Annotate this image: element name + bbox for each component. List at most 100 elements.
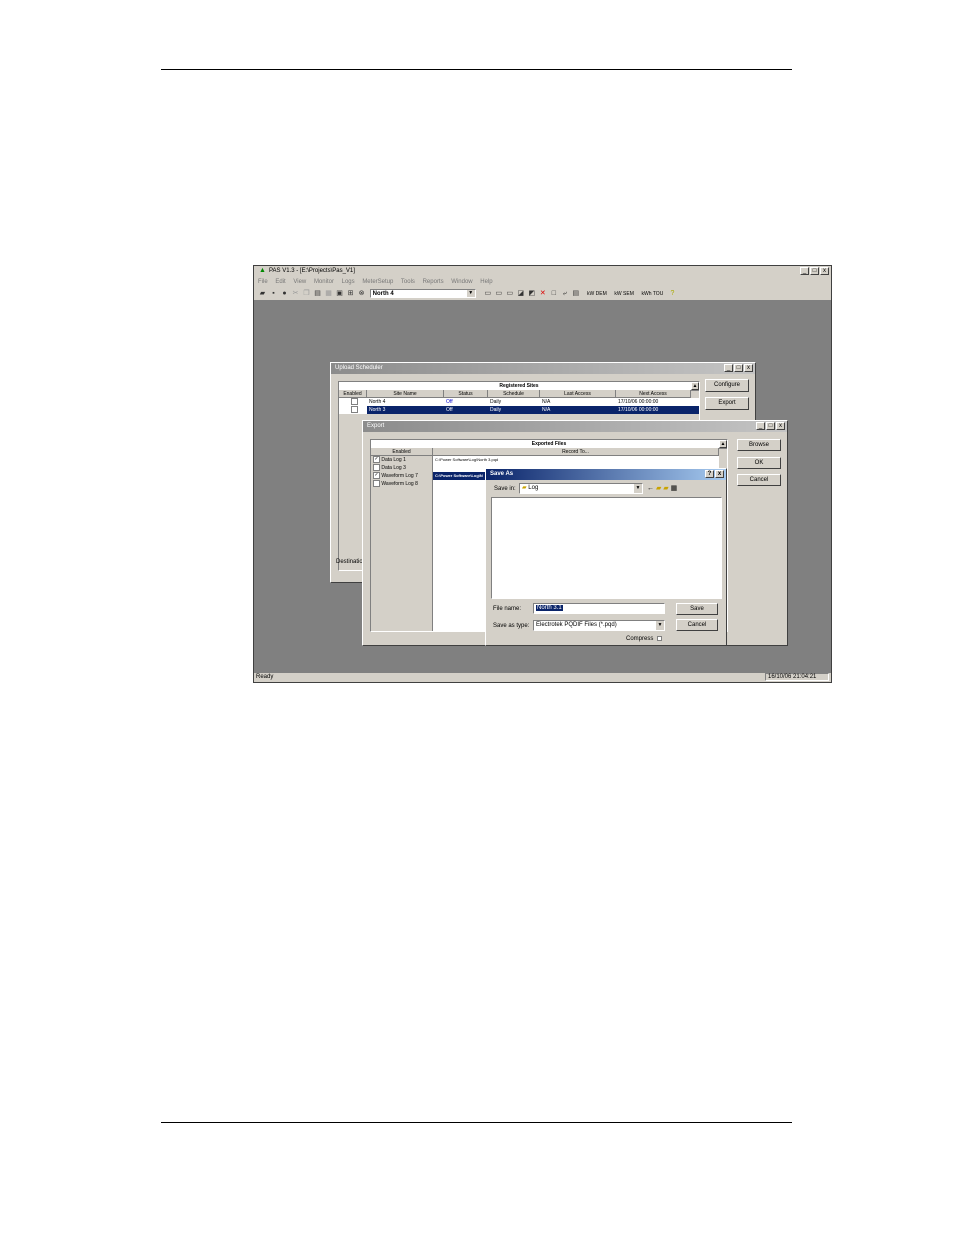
save-type-select[interactable]: Electrotek PQDIF Files (*.pqd) ▼ bbox=[533, 620, 665, 631]
reset-icon[interactable]: ⤶ bbox=[560, 289, 569, 298]
record-path[interactable]: C:\Power Software\Log\North 3.pqd bbox=[433, 456, 553, 464]
export-close-button[interactable]: x bbox=[776, 422, 785, 430]
menu-view[interactable]: View bbox=[293, 279, 306, 285]
export-maximize-button[interactable]: □ bbox=[766, 422, 775, 430]
menu-reports[interactable]: Reports bbox=[423, 279, 444, 285]
file-name-input[interactable]: North 3.1 bbox=[533, 603, 665, 614]
properties-icon[interactable]: ▣ bbox=[335, 289, 344, 298]
col-status[interactable]: Status bbox=[444, 390, 488, 398]
menu-edit[interactable]: Edit bbox=[275, 279, 285, 285]
view-menu-icon[interactable]: ▦ bbox=[671, 485, 678, 492]
enabled-checkbox[interactable] bbox=[350, 406, 358, 414]
scheduler-close-button[interactable]: x bbox=[744, 364, 753, 372]
scroll-up-icon[interactable]: ▲ bbox=[691, 382, 699, 390]
col-schedule[interactable]: Schedule bbox=[488, 390, 540, 398]
chevron-down-icon[interactable]: ▼ bbox=[634, 484, 642, 493]
scheduler-title-bar: Upload Scheduler _ □ x bbox=[331, 363, 755, 374]
col-next-access[interactable]: Next Access bbox=[616, 390, 691, 398]
menu-window[interactable]: Window bbox=[451, 279, 472, 285]
scheduler-minimize-button[interactable]: _ bbox=[724, 364, 733, 372]
kw-sem-tag[interactable]: kW SEM bbox=[614, 291, 633, 297]
monitor-icon[interactable]: ▭ bbox=[483, 289, 492, 298]
registered-sites-title: Registered Sites bbox=[499, 383, 539, 389]
col-enabled[interactable]: Enabled bbox=[339, 390, 367, 398]
col-site-name[interactable]: Site Name bbox=[367, 390, 444, 398]
export-title: Export bbox=[367, 423, 385, 429]
site-name-cell: North 4 bbox=[369, 399, 386, 405]
scheduler-maximize-button[interactable]: □ bbox=[734, 364, 743, 372]
up-folder-icon[interactable]: ▰ bbox=[656, 485, 661, 492]
delete-icon[interactable]: ✕ bbox=[538, 289, 547, 298]
menu-logs[interactable]: Logs bbox=[342, 279, 355, 285]
enabled-checkbox[interactable] bbox=[350, 398, 358, 406]
enabled-checkbox[interactable] bbox=[373, 464, 380, 472]
table-row[interactable]: North 3 Off Daily N/A 17/10/06 00:00:00 bbox=[339, 406, 699, 414]
table-row[interactable]: ✓ Data Log 1 C:\Power Software\Log\North… bbox=[371, 456, 727, 464]
col-record-to[interactable]: Record To... bbox=[433, 448, 719, 456]
copy-icon[interactable]: ❐ bbox=[302, 289, 311, 298]
col-enabled[interactable]: Enabled bbox=[371, 448, 433, 456]
table-icon[interactable]: ▤ bbox=[571, 289, 580, 298]
save-as-close-button[interactable]: x bbox=[715, 470, 724, 478]
file-name-value: North 3.1 bbox=[536, 605, 563, 611]
save-button[interactable]: Save bbox=[676, 603, 718, 615]
app-title: PAS V1.3 - [E:\Projects\Pas_V1] bbox=[269, 268, 355, 275]
waveform-icon[interactable]: ◩ bbox=[527, 289, 536, 298]
export-minimize-button[interactable]: _ bbox=[756, 422, 765, 430]
save-icon[interactable]: ▪ bbox=[269, 289, 278, 298]
new-folder-icon[interactable]: ▰ bbox=[663, 485, 668, 492]
save-in-select[interactable]: ▰ Log ▼ bbox=[519, 483, 643, 494]
cancel-button[interactable]: Cancel bbox=[737, 474, 781, 486]
file-list[interactable] bbox=[491, 497, 722, 599]
scroll-up-icon[interactable]: ▲ bbox=[719, 440, 727, 448]
print-icon[interactable]: ▦ bbox=[324, 289, 333, 298]
open-folder-icon[interactable]: ▰ bbox=[258, 289, 267, 298]
log-name: Data Log 3 bbox=[381, 465, 406, 471]
ok-button[interactable]: OK bbox=[737, 457, 781, 469]
enabled-checkbox[interactable] bbox=[373, 480, 380, 488]
back-arrow-icon[interactable]: ← bbox=[647, 485, 654, 492]
maximize-button[interactable]: □ bbox=[810, 267, 819, 275]
chevron-down-icon[interactable]: ▼ bbox=[656, 621, 664, 630]
enabled-checkbox[interactable]: ✓ bbox=[373, 472, 380, 480]
configure-button[interactable]: Configure bbox=[705, 379, 749, 392]
table-row[interactable]: North 4 Off Daily N/A 17/10/06 00:00:00 bbox=[339, 398, 699, 406]
compress-checkbox[interactable] bbox=[657, 636, 662, 641]
browse-button[interactable]: Browse bbox=[737, 439, 781, 451]
realtime-icon[interactable]: ▭ bbox=[494, 289, 503, 298]
minimize-button[interactable]: _ bbox=[800, 267, 809, 275]
help-button[interactable]: ? bbox=[705, 470, 714, 478]
save-as-title-bar: Save As ? x bbox=[486, 469, 726, 480]
save-as-cancel-button[interactable]: Cancel bbox=[676, 619, 718, 631]
kw-dem-tag[interactable]: kW DEM bbox=[587, 291, 607, 297]
download-icon[interactable]: ▭ bbox=[505, 289, 514, 298]
kwh-tou-tag[interactable]: kWh TOU bbox=[642, 291, 664, 297]
folder-icon: ▰ bbox=[522, 485, 527, 491]
menu-tools[interactable]: Tools bbox=[401, 279, 415, 285]
save-in-label: Save in: bbox=[494, 486, 516, 492]
menu-file[interactable]: File bbox=[258, 279, 268, 285]
export-column-headers: Enabled Record To... bbox=[371, 448, 727, 456]
menu-metersetup[interactable]: MeterSetup bbox=[362, 279, 393, 285]
chart-icon[interactable]: ◪ bbox=[516, 289, 525, 298]
enabled-checkbox[interactable]: ✓ bbox=[373, 456, 380, 464]
paste-icon[interactable]: ▤ bbox=[313, 289, 322, 298]
record-path[interactable]: C:\Power Software\Log\N bbox=[433, 472, 488, 480]
chevron-down-icon[interactable]: ▼ bbox=[466, 289, 475, 297]
site-select[interactable]: North 4 ▼ bbox=[369, 288, 476, 298]
col-last-access[interactable]: Last Access bbox=[540, 390, 616, 398]
save-type-value: Electrotek PQDIF Files (*.pqd) bbox=[536, 622, 617, 628]
site-name-cell: North 3 bbox=[369, 407, 386, 413]
help-icon[interactable]: ? bbox=[668, 289, 677, 298]
config-icon[interactable]: ⊞ bbox=[346, 289, 355, 298]
save-in-value: Log bbox=[528, 485, 539, 491]
disk-icon[interactable]: ● bbox=[280, 289, 289, 298]
frame-icon[interactable]: □ bbox=[549, 289, 558, 298]
cut-icon[interactable]: ✂ bbox=[291, 289, 300, 298]
link-icon[interactable]: ⊗ bbox=[357, 289, 366, 298]
export-button[interactable]: Export bbox=[705, 397, 749, 410]
status-datetime: 16/10/06 21:04:21 bbox=[765, 673, 829, 681]
close-button[interactable]: x bbox=[820, 267, 829, 275]
menu-help[interactable]: Help bbox=[480, 279, 492, 285]
menu-monitor[interactable]: Monitor bbox=[314, 279, 334, 285]
